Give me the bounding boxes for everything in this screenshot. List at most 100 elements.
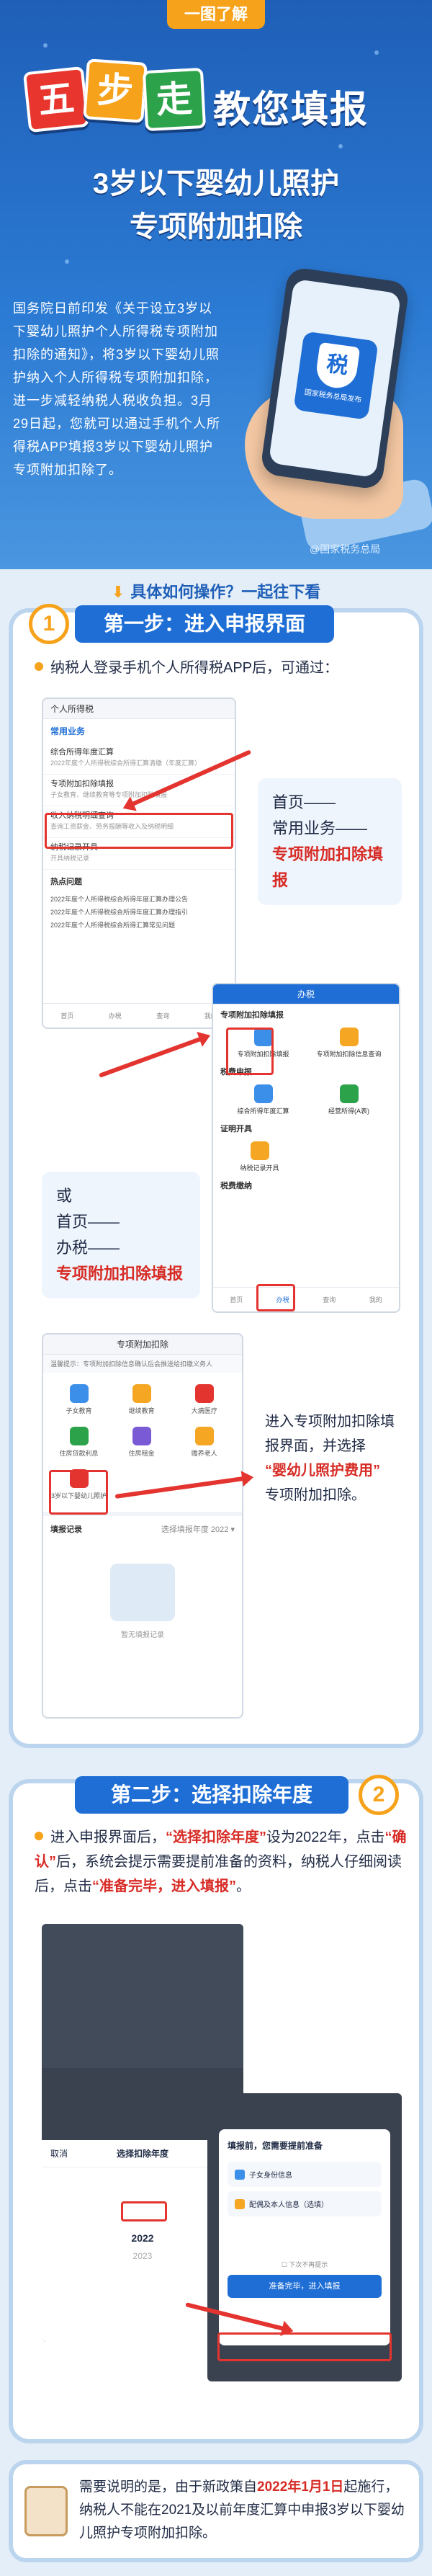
- hero-subtitle-1: 3岁以下婴幼儿照护: [92, 168, 340, 200]
- grid-item-medical[interactable]: 大病医疗: [173, 1378, 235, 1421]
- tab-home[interactable]: 首页: [43, 1004, 91, 1028]
- id-card-icon: [235, 2170, 245, 2180]
- tab-bar: 首页 办税 查询 我的: [213, 1287, 399, 1311]
- highlight-box: [45, 813, 233, 849]
- prep-ready-button[interactable]: 准备完毕，进入填报: [228, 2275, 382, 2298]
- key-icon: [132, 1427, 151, 1445]
- section-title: 常用业务: [50, 726, 86, 736]
- callout-select-infant: 进入专项附加扣除填 报界面，并选择 “婴幼儿照护费用” 专项附加扣除。: [265, 1414, 395, 1503]
- tax-app-name: 国家税务总局发布: [304, 388, 362, 405]
- policy-note: 需要说明的是，由于新政策自2022年1月1日起施行，纳税人不能在2021及以前年…: [13, 2464, 419, 2558]
- tab-home[interactable]: 首页: [213, 1288, 260, 1311]
- arrow-down-icon: ⬇: [111, 583, 125, 601]
- year-selector[interactable]: 选择填报年度 2022 ▾: [161, 1523, 235, 1535]
- doc-icon: [339, 1084, 359, 1103]
- page: 一图了解 五 步 走 教您填报 3岁以下婴幼儿照护 专项附加扣除 国务院日前印发…: [0, 0, 432, 2576]
- grid-item[interactable]: 纳税记录开具: [213, 1138, 306, 1175]
- empty-state-icon: [110, 1564, 175, 1621]
- highlight-box: [226, 1028, 274, 1075]
- app-bar: 专项附加扣除: [43, 1334, 242, 1355]
- note-text: 需要说明的是，由于新政策自2022年1月1日起施行，纳税人不能在2021及以前年…: [79, 2479, 405, 2541]
- shield-icon: 税: [314, 342, 361, 391]
- grid-item[interactable]: 综合所得年度汇算: [220, 1084, 306, 1115]
- grid-item[interactable]: 经营所得(A表): [306, 1084, 392, 1115]
- notice-text: 温馨提示：专项附加扣除信息确认后会推送给扣缴义务人: [43, 1355, 242, 1373]
- ask-line: ⬇ 具体如何操作？一起往下看: [0, 579, 432, 602]
- doc-icon: [253, 1084, 273, 1103]
- grid-item-loan[interactable]: 住房贷款利息: [48, 1421, 110, 1463]
- search-icon: [339, 1028, 359, 1046]
- hero-intro-text: 国务院日前印发《关于设立3岁以下婴幼儿照护个人所得税专项附加扣除的通知》，将3岁…: [13, 301, 221, 477]
- prep-dialog: 填报前，您需要提前准备 子女身份信息 配偶及本人信息（选填） ☐ 下次不再提示 …: [219, 2129, 390, 2345]
- notepad-icon: [24, 2486, 68, 2536]
- tab-query[interactable]: 查询: [139, 1004, 187, 1028]
- dont-show-checkbox[interactable]: ☐ 下次不再提示: [228, 2260, 382, 2269]
- certificate-icon: [250, 1141, 269, 1160]
- hero-big-char-2: 步: [83, 58, 148, 123]
- bullet-dot-icon: [35, 662, 43, 671]
- picker-title: 选择扣除年度: [116, 2149, 168, 2159]
- step2-title: 第二步：选择扣除年度: [75, 1776, 348, 1814]
- section-title: 证明开具: [220, 1125, 252, 1133]
- house-icon: [69, 1427, 89, 1445]
- hero-tag: 一图了解: [167, 0, 265, 29]
- step1-lead: 纳税人登录手机个人所得税APP后，可通过：: [35, 656, 338, 680]
- hero-title: 教您填报: [213, 89, 369, 131]
- step2-text: 进入申报界面后，“选择扣除年度”设为2022年，点击“确认”后，系统会提示需要提…: [35, 1830, 407, 1894]
- book-icon: [132, 1384, 151, 1403]
- hot-item[interactable]: 2022年度个人所得税综合所得汇算常见问题: [50, 919, 228, 932]
- phone-illustration: 税 国家税务总局发布: [245, 266, 432, 553]
- grid-item-cont-edu[interactable]: 继续教育: [110, 1378, 173, 1421]
- ask-text: 具体如何操作？一起往下看: [130, 583, 321, 601]
- hero-subtitle-2: 专项附加扣除: [130, 211, 302, 243]
- tab-query[interactable]: 查询: [306, 1288, 353, 1311]
- callout-tax-route: 或 首页—— 办税—— 专项附加扣除填报: [42, 1172, 200, 1298]
- app-bar: 个人所得税: [43, 699, 235, 719]
- screenshot-home: 个人所得税 常用业务 综合所得年度汇算 2022年度个人所得税综合所得汇算清缴（年…: [42, 698, 236, 1029]
- app-bar: 办税: [213, 984, 399, 1004]
- step1-card: 1 第一步：进入申报界面 纳税人登录手机个人所得税APP后，可通过： 个人所得税…: [13, 604, 419, 1744]
- step1-number: 1: [29, 604, 69, 644]
- medical-icon: [194, 1384, 214, 1403]
- step2-card: 第二步：选择扣除年度 2 进入申报界面后，“选择扣除年度”设为2022年，点击“…: [13, 1775, 419, 2439]
- prep-title: 填报前，您需要提前准备: [228, 2141, 323, 2151]
- records-title: 填报记录: [50, 1525, 82, 1534]
- red-arrow-icon: [98, 1034, 209, 1078]
- elder-icon: [194, 1427, 214, 1445]
- grid-item-query[interactable]: 专项附加扣除信息查询: [306, 1028, 392, 1059]
- records-row: 填报记录 选择填报年度 2022 ▾: [43, 1512, 242, 1542]
- tab-mine[interactable]: 我的: [353, 1288, 400, 1311]
- step2-number: 2: [359, 1775, 399, 1815]
- prep-item: 子女身份信息: [228, 2162, 382, 2187]
- section-title: 税费缴纳: [220, 1182, 252, 1190]
- picker-cancel-button[interactable]: 取消: [50, 2147, 68, 2160]
- grid-item-child-edu[interactable]: 子女教育: [48, 1378, 110, 1421]
- highlight-box: [256, 1284, 295, 1311]
- highlight-box: [217, 2332, 392, 2361]
- section-title: 专项附加扣除填报: [220, 1011, 284, 1020]
- bullet-dot-icon: [35, 1832, 43, 1840]
- prep-item: 配偶及本人信息（选填）: [228, 2191, 382, 2216]
- tab-bar: 首页 办税 查询 我的: [43, 1003, 235, 1028]
- hot-title: 热点问题: [50, 878, 82, 886]
- empty-text: 暂无填报记录: [121, 1631, 164, 1639]
- grid-item-rent[interactable]: 住房租金: [110, 1421, 173, 1463]
- hero-big-char-3: 走: [142, 67, 207, 132]
- callout-home-route: 首页—— 常用业务—— 专项附加扣除填报: [258, 778, 402, 905]
- highlight-box: [49, 1470, 108, 1515]
- step1-title: 第一步：进入申报界面: [75, 605, 334, 643]
- tab-tax[interactable]: 办税: [91, 1004, 140, 1028]
- tax-app-icon: 税 国家税务总局发布: [293, 331, 379, 420]
- hero-big-char-1: 五: [22, 66, 90, 133]
- people-icon: [235, 2199, 245, 2209]
- hero-banner: 一图了解 五 步 走 教您填报 3岁以下婴幼儿照护 专项附加扣除 国务院日前印发…: [0, 0, 432, 569]
- child-icon: [69, 1384, 89, 1403]
- checkbox-icon: ☐: [281, 2261, 287, 2268]
- watermark: @国家税务总局: [310, 543, 381, 555]
- hot-item[interactable]: 2022年度个人所得税综合所得年度汇算办理指引: [50, 906, 228, 919]
- chevron-down-icon: ▾: [230, 1525, 235, 1534]
- highlight-box: [121, 2201, 167, 2221]
- screenshot-deduction-page: 专项附加扣除 温馨提示：专项附加扣除信息确认后会推送给扣缴义务人 子女教育 继续…: [42, 1333, 243, 1719]
- hot-item[interactable]: 2022年度个人所得税综合所得年度汇算办理公告: [50, 893, 228, 906]
- grid-item-elder[interactable]: 赡养老人: [173, 1421, 235, 1463]
